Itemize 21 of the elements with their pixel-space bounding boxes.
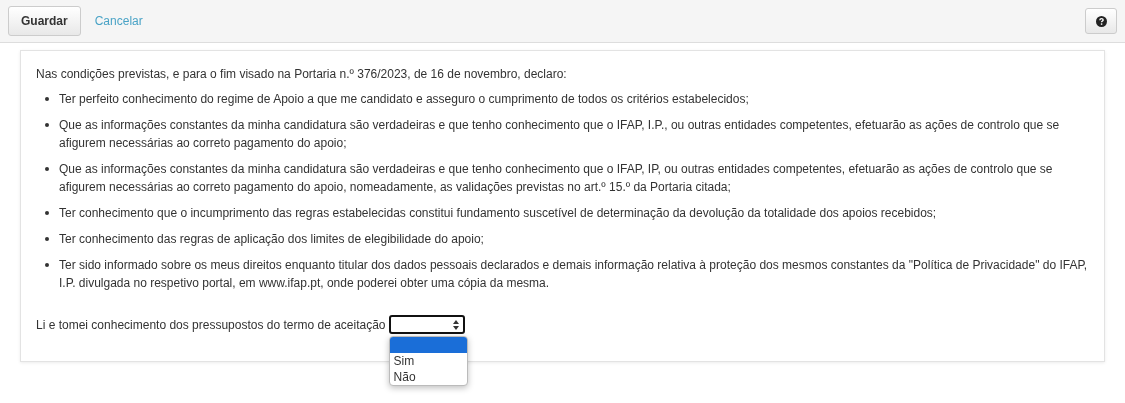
bullet-icon [45,167,49,171]
declaration-item: Ter sido informado sobre os meus direitos enquanto titular dos dados pessoais declarados e demais informação relativa à proteção dos mesmos constantes da "Política de Privacidade" do IFAP, I.P. divulgada no respetivo portal, em www.ifap.pt, onde poderei obter uma cópia da mesma. [59,257,1089,292]
dropdown-option[interactable]: Não [389,369,467,385]
declaration-item: Que as informações constantes da minha candidatura são verdadeiras e que tenho conhecimento que o IFAP, I.P., ou outras entidades competentes, efetuarão as ações de controlo que se afigurem necessárias ao correto pagamento do apoio; [59,117,1061,152]
save-button[interactable]: Guardar [8,6,81,36]
bullet-icon [45,211,49,215]
bullet-icon [45,123,49,127]
declaration-item: Ter conhecimento que o incumprimento das regras estabelecidas constitui fundamento suscetível de determinação da devolução da totalidade dos apoios recebidos; [59,205,938,222]
intro-text: Nas condições previstas, e para o fim visado na Portaria n.º 376/2023, de 16 de novembro, declaro: [36,66,568,83]
bullet-icon [45,237,49,241]
help-button[interactable] [1085,8,1117,34]
dropdown-option[interactable]: Sim [389,353,467,369]
acceptance-select[interactable] [388,315,465,334]
declaration-item: Ter conhecimento das regras de aplicação dos limites de elegibilidade do apoio; [59,231,485,248]
acceptance-label: Li e tomei conhecimento dos pressupostos do termo de aceitação [36,317,386,332]
bullet-icon [45,97,49,101]
help-icon [1095,15,1107,27]
spinner-arrows-icon [452,319,459,330]
declaration-item: Ter perfeito conhecimento do regime de Apoio a que me candidato e asseguro o cumprimento de todos os critérios estabelecidos; [59,91,750,108]
bullet-icon [45,263,49,267]
declaration-item: Que as informações constantes da minha candidatura são verdadeiras e que tenho conhecimento que o IFAP, IP, ou outras entidades competentes, efetuarão as ações de controlo que se afigurem necessárias ao correto pagamento do apoio, nomeadamente, as validações previstas no art.º 15.º da Portaria citada; [59,161,1054,196]
